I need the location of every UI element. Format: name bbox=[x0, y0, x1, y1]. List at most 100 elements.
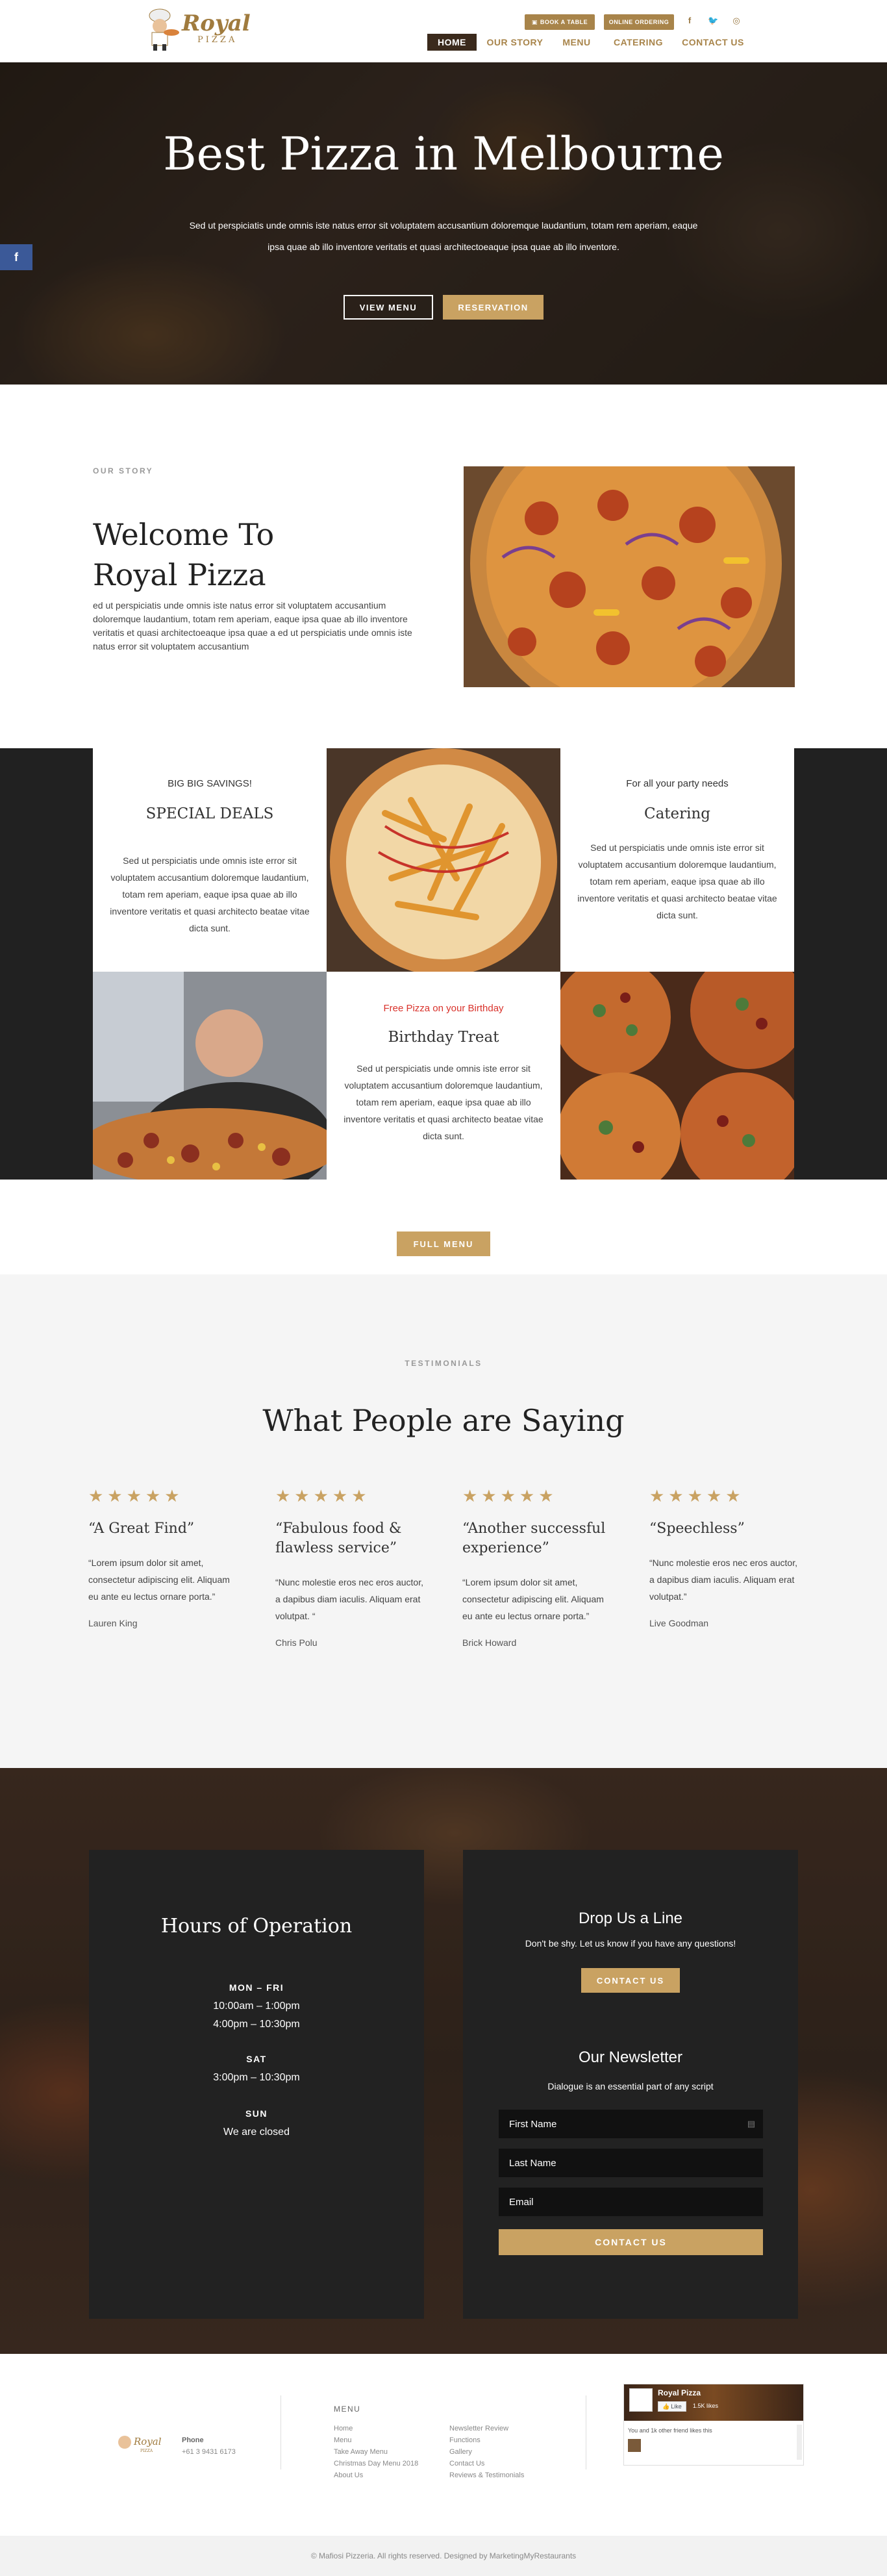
pizza-photo bbox=[464, 466, 795, 687]
pizzas-photo bbox=[560, 972, 794, 1180]
twitter-icon[interactable]: 🐦 bbox=[708, 16, 718, 26]
chef-photo bbox=[93, 972, 327, 1180]
facebook-like-label: Like bbox=[671, 2403, 682, 2410]
site-footer: Royal PIZZA Phone +61 3 9431 6173 MENU H… bbox=[0, 2354, 887, 2536]
view-menu-button[interactable]: VIEW MENU bbox=[344, 295, 433, 320]
testimonial-title: “Speechless” bbox=[649, 1521, 745, 1537]
footer-link[interactable]: Christmas Day Menu 2018 bbox=[334, 2458, 418, 2469]
catering-card: For all your party needs Catering Sed ut… bbox=[560, 748, 794, 972]
nav-contact-us[interactable]: CONTACT US bbox=[679, 34, 747, 51]
hours-title: Hours of Operation bbox=[160, 1915, 353, 1938]
newsletter-subtitle: Dialogue is an essential part of any scr… bbox=[547, 2081, 714, 2091]
testimonial-author: Brick Howard bbox=[462, 1637, 517, 1648]
testimonial-title: “A Great Find” bbox=[88, 1521, 195, 1537]
pizza-fries-illustration bbox=[327, 748, 560, 972]
testimonial-title: “Fabulous food & flawless service” bbox=[275, 1521, 402, 1556]
facebook-icon[interactable]: f bbox=[684, 16, 695, 25]
story-title: Welcome To Royal Pizza bbox=[93, 514, 274, 595]
contact-title: Drop Us a Line bbox=[578, 1910, 683, 1927]
logo-subtext: PIZZA bbox=[197, 35, 238, 45]
hours-mon-fri-1: 10:00am – 1:00pm bbox=[213, 2001, 300, 2012]
full-menu-button[interactable]: FULL MENU bbox=[397, 1231, 490, 1256]
footer-link[interactable]: About Us bbox=[334, 2469, 363, 2481]
testimonial-2: ★★★★★ “Fabulous food & flawless service”… bbox=[275, 1486, 425, 1648]
birthday-card: Free Pizza on your Birthday Birthday Tre… bbox=[327, 972, 560, 1180]
special-deals-card: BIG BIG SAVINGS! SPECIAL DEALS Sed ut pe… bbox=[93, 748, 327, 972]
copyright-text: © Mafiosi Pizzeria. All rights reserved.… bbox=[310, 2551, 577, 2560]
hours-sat-1: 3:00pm – 10:30pm bbox=[213, 2072, 300, 2083]
contact-us-button[interactable]: CONTACT US bbox=[581, 1968, 680, 1993]
footer-menu-title: MENU bbox=[334, 2405, 361, 2414]
footer-phone[interactable]: +61 3 9431 6173 bbox=[182, 2446, 236, 2458]
footer-link[interactable]: Gallery bbox=[449, 2446, 472, 2458]
logo-text: Royal bbox=[182, 10, 251, 36]
footer-logo[interactable]: Royal PIZZA bbox=[117, 2429, 169, 2455]
hero-section: Best Pizza in Melbourne Sed ut perspicia… bbox=[0, 62, 887, 385]
book-table-button[interactable]: ▣ BOOK A TABLE bbox=[525, 14, 595, 30]
testimonial-author: Chris Polu bbox=[275, 1637, 318, 1648]
footer-logo-icon: Royal PIZZA bbox=[118, 2436, 162, 2453]
facebook-friend-avatar bbox=[628, 2439, 641, 2452]
footer-link[interactable]: Menu bbox=[334, 2434, 352, 2446]
nav-catering[interactable]: CATERING bbox=[609, 34, 668, 51]
hours-card: Hours of Operation MON – FRI 10:00am – 1… bbox=[89, 1850, 424, 2319]
copyright-bar: © Mafiosi Pizzeria. All rights reserved.… bbox=[0, 2536, 887, 2576]
calendar-icon: ▣ bbox=[531, 18, 538, 25]
first-name-placeholder: First Name bbox=[509, 2118, 557, 2130]
birthday-title: Birthday Treat bbox=[388, 1029, 499, 1046]
testimonial-1: ★★★★★ “A Great Find” “Lorem ipsum dolor … bbox=[88, 1486, 238, 1628]
facebook-side-icon[interactable]: f bbox=[0, 244, 32, 270]
facebook-page-name[interactable]: Royal Pizza bbox=[658, 2388, 701, 2397]
story-title-line2: Royal Pizza bbox=[93, 557, 266, 592]
rating-stars-icon: ★★★★★ bbox=[462, 1486, 558, 1506]
rating-stars-icon: ★★★★★ bbox=[275, 1486, 371, 1506]
facebook-friends-text: You and 1k other friend likes this bbox=[628, 2427, 712, 2434]
testimonial-text: “Nunc molestie eros nec eros auctor, a d… bbox=[649, 1558, 797, 1602]
form-autofill-icon: ▤ bbox=[747, 2119, 755, 2128]
catering-kicker: For all your party needs bbox=[626, 778, 729, 789]
special-deals-title: SPECIAL DEALS bbox=[145, 805, 274, 822]
logo[interactable]: Royal PIZZA bbox=[143, 6, 251, 53]
footer-link[interactable]: Take Away Menu bbox=[334, 2446, 388, 2458]
widget-scrollbar[interactable] bbox=[797, 2425, 802, 2460]
hours-mon-fri-label: MON – FRI bbox=[229, 1982, 284, 1993]
email-field[interactable]: Email bbox=[499, 2188, 763, 2216]
facebook-page-widget[interactable]: Royal Pizza 👍 Like 1.5K likes You and 1k … bbox=[623, 2384, 804, 2466]
hours-mon-fri-2: 4:00pm – 10:30pm bbox=[213, 2019, 300, 2030]
footer-link[interactable]: Newsletter Review bbox=[449, 2423, 508, 2434]
hero-title: Best Pizza in Melbourne bbox=[163, 127, 724, 181]
last-name-field[interactable]: Last Name bbox=[499, 2149, 763, 2177]
svg-text:PIZZA: PIZZA bbox=[140, 2449, 153, 2453]
hours-sun-1: We are closed bbox=[223, 2127, 290, 2138]
catering-title: Catering bbox=[643, 805, 711, 822]
footer-link[interactable]: Functions bbox=[449, 2434, 481, 2446]
special-deals-text: Sed ut perspiciatis unde omnis iste erro… bbox=[110, 855, 310, 933]
testimonial-text: “Nunc molestie eros nec eros auctor, a d… bbox=[275, 1577, 423, 1621]
testimonial-author: Live Goodman bbox=[649, 1618, 709, 1628]
testimonial-4: ★★★★★ “Speechless” “Nunc molestie eros n… bbox=[649, 1486, 799, 1628]
thumbs-up-icon: 👍 bbox=[662, 2403, 670, 2410]
nav-our-story[interactable]: OUR STORY bbox=[486, 34, 544, 51]
testimonials-title: What People are Saying bbox=[262, 1403, 625, 1438]
catering-text: Sed ut perspiciatis unde omnis iste erro… bbox=[577, 842, 777, 920]
nav-menu[interactable]: MENU bbox=[556, 34, 597, 51]
footer-link[interactable]: Contact Us bbox=[449, 2458, 484, 2469]
special-deals-kicker: BIG BIG SAVINGS! bbox=[168, 778, 252, 789]
instagram-icon[interactable]: ◎ bbox=[731, 16, 742, 26]
footer-link[interactable]: Home bbox=[334, 2423, 353, 2434]
testimonial-title: “Another successful experience” bbox=[462, 1521, 606, 1556]
footer-phone-label: Phone bbox=[182, 2436, 204, 2444]
online-ordering-button[interactable]: ONLINE ORDERING bbox=[604, 14, 674, 30]
hours-sat-label: SAT bbox=[246, 2054, 267, 2064]
newsletter-submit-button[interactable]: CONTACT US bbox=[499, 2229, 763, 2255]
rating-stars-icon: ★★★★★ bbox=[88, 1486, 184, 1506]
story-text: ed ut perspiciatis unde omnis iste natus… bbox=[93, 600, 412, 651]
footer-link[interactable]: Reviews & Testimonials bbox=[449, 2469, 524, 2481]
facebook-like-button[interactable]: 👍 Like bbox=[658, 2401, 686, 2412]
nav-home[interactable]: HOME bbox=[427, 34, 477, 51]
testimonial-3: ★★★★★ “Another successful experience” “L… bbox=[462, 1486, 612, 1648]
facebook-likes-count: 1.5K likes bbox=[693, 2403, 719, 2409]
first-name-field[interactable]: First Name ▤ bbox=[499, 2110, 763, 2138]
pizza-illustration bbox=[464, 466, 795, 687]
reservation-button[interactable]: RESERVATION bbox=[443, 295, 543, 320]
